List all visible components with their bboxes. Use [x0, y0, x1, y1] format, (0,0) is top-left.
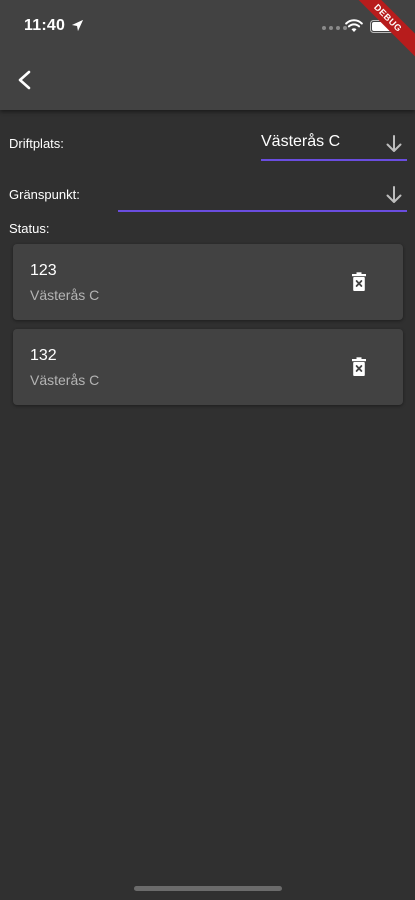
status-location: Västerås C	[30, 372, 100, 388]
screen: 11:40 DEBUG Driftplats: Västerås C Gräns…	[0, 0, 415, 900]
status-label: Status:	[9, 221, 50, 236]
arrow-down-icon	[386, 186, 402, 203]
status-location: Västerås C	[30, 287, 100, 303]
granspunkt-dropdown[interactable]	[118, 182, 407, 212]
chevron-left-icon	[18, 70, 31, 90]
status-card: 123 Västerås C	[13, 244, 403, 320]
driftplats-value: Västerås C	[261, 133, 341, 150]
status-card: 132 Västerås C	[13, 329, 403, 405]
delete-icon[interactable]	[351, 357, 367, 377]
delete-icon[interactable]	[351, 272, 367, 292]
status-number: 132	[30, 347, 57, 364]
home-indicator[interactable]	[134, 886, 282, 891]
cellular-signal-icon	[322, 26, 347, 30]
app-bar: 11:40	[0, 0, 415, 110]
back-button[interactable]	[12, 66, 38, 94]
driftplats-label: Driftplats:	[9, 136, 64, 151]
status-time: 11:40	[24, 17, 66, 34]
location-arrow-icon	[71, 19, 84, 32]
wifi-icon	[345, 19, 363, 32]
driftplats-dropdown[interactable]: Västerås C	[261, 131, 407, 161]
status-number: 123	[30, 262, 57, 279]
arrow-down-icon	[386, 135, 402, 152]
granspunkt-label: Gränspunkt:	[9, 187, 80, 202]
